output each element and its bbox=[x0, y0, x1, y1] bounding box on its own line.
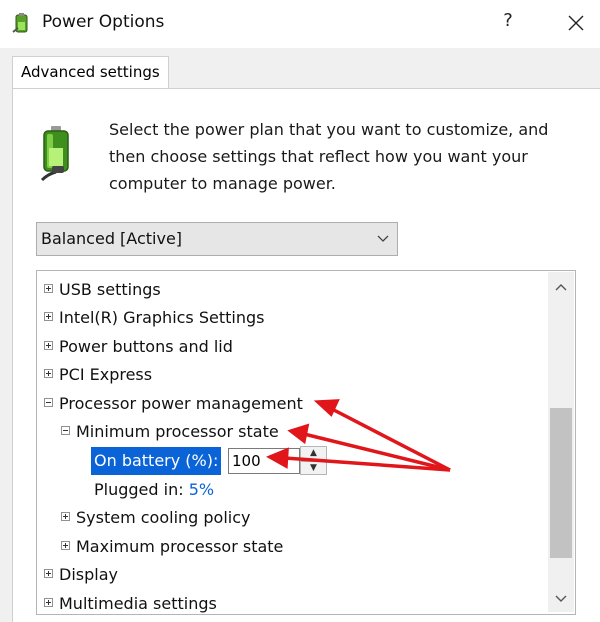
scroll-down-icon[interactable] bbox=[548, 588, 574, 610]
tree-item-label: Intel(R) Graphics Settings bbox=[59, 308, 265, 327]
tree-item-label: Processor power management bbox=[59, 394, 303, 413]
tree-item-label: System cooling policy bbox=[76, 508, 251, 527]
tree-item-graphics-settings[interactable]: Intel(R) Graphics Settings bbox=[44, 304, 264, 332]
power-plan-select[interactable]: Balanced [Active] bbox=[36, 222, 398, 256]
spin-down-icon[interactable]: ▼ bbox=[300, 461, 327, 475]
scroll-up-icon[interactable] bbox=[548, 276, 574, 298]
collapse-icon[interactable] bbox=[61, 426, 70, 435]
tree-item-label: Maximum processor state bbox=[76, 537, 284, 556]
close-icon[interactable] bbox=[563, 10, 589, 36]
tree-item-on-battery[interactable]: On battery (%): bbox=[91, 447, 222, 475]
tree-item-system-cooling[interactable]: System cooling policy bbox=[61, 504, 251, 532]
expand-icon[interactable] bbox=[44, 284, 53, 293]
expand-icon[interactable] bbox=[61, 512, 70, 521]
title-bar: Power Options ? bbox=[0, 0, 600, 48]
power-options-icon bbox=[12, 13, 28, 33]
battery-plug-icon bbox=[40, 126, 69, 182]
tree-item-plugged-in[interactable]: Plugged in: 5% bbox=[94, 476, 214, 504]
tree-item-label: USB settings bbox=[59, 280, 161, 299]
tree-item-pci-express[interactable]: PCI Express bbox=[44, 361, 152, 389]
chevron-down-icon[interactable] bbox=[377, 223, 389, 267]
plugged-in-value[interactable]: 5% bbox=[189, 480, 214, 499]
tree-item-multimedia[interactable]: Multimedia settings bbox=[44, 590, 217, 618]
help-button[interactable]: ? bbox=[498, 10, 518, 31]
tree-item-min-processor-state[interactable]: Minimum processor state bbox=[61, 418, 279, 446]
on-battery-input[interactable]: 100 bbox=[228, 448, 300, 474]
tree-item-usb-settings[interactable]: USB settings bbox=[44, 276, 161, 304]
tab-advanced-settings[interactable]: Advanced settings bbox=[12, 56, 169, 89]
on-battery-label: On battery (%): bbox=[91, 447, 222, 475]
tree-item-processor-power[interactable]: Processor power management bbox=[44, 390, 303, 418]
on-battery-stepper[interactable]: ▲ ▼ bbox=[300, 446, 327, 475]
expand-icon[interactable] bbox=[44, 341, 53, 350]
tree-item-display[interactable]: Display bbox=[44, 561, 118, 589]
expand-icon[interactable] bbox=[44, 369, 53, 378]
expand-icon[interactable] bbox=[44, 598, 53, 607]
tree-item-label: PCI Express bbox=[59, 365, 153, 384]
plan-select-value: Balanced [Active] bbox=[41, 229, 183, 248]
expand-icon[interactable] bbox=[61, 541, 70, 550]
collapse-icon[interactable] bbox=[44, 398, 53, 407]
tree-item-label: Multimedia settings bbox=[59, 594, 217, 613]
expand-icon[interactable] bbox=[44, 569, 53, 578]
plugged-in-label: Plugged in: bbox=[94, 480, 184, 499]
tree-item-max-processor-state[interactable]: Maximum processor state bbox=[61, 533, 283, 561]
window-title: Power Options bbox=[42, 12, 165, 32]
spin-up-icon[interactable]: ▲ bbox=[300, 446, 327, 460]
instructions-text: Select the power plan that you want to c… bbox=[109, 120, 549, 193]
tree-item-label: Power buttons and lid bbox=[59, 337, 233, 356]
tree-item-label: Minimum processor state bbox=[76, 422, 279, 441]
tree-item-label: Display bbox=[59, 565, 118, 584]
tree-item-power-buttons[interactable]: Power buttons and lid bbox=[44, 333, 233, 361]
scroll-thumb[interactable] bbox=[550, 408, 572, 558]
expand-icon[interactable] bbox=[44, 312, 53, 321]
